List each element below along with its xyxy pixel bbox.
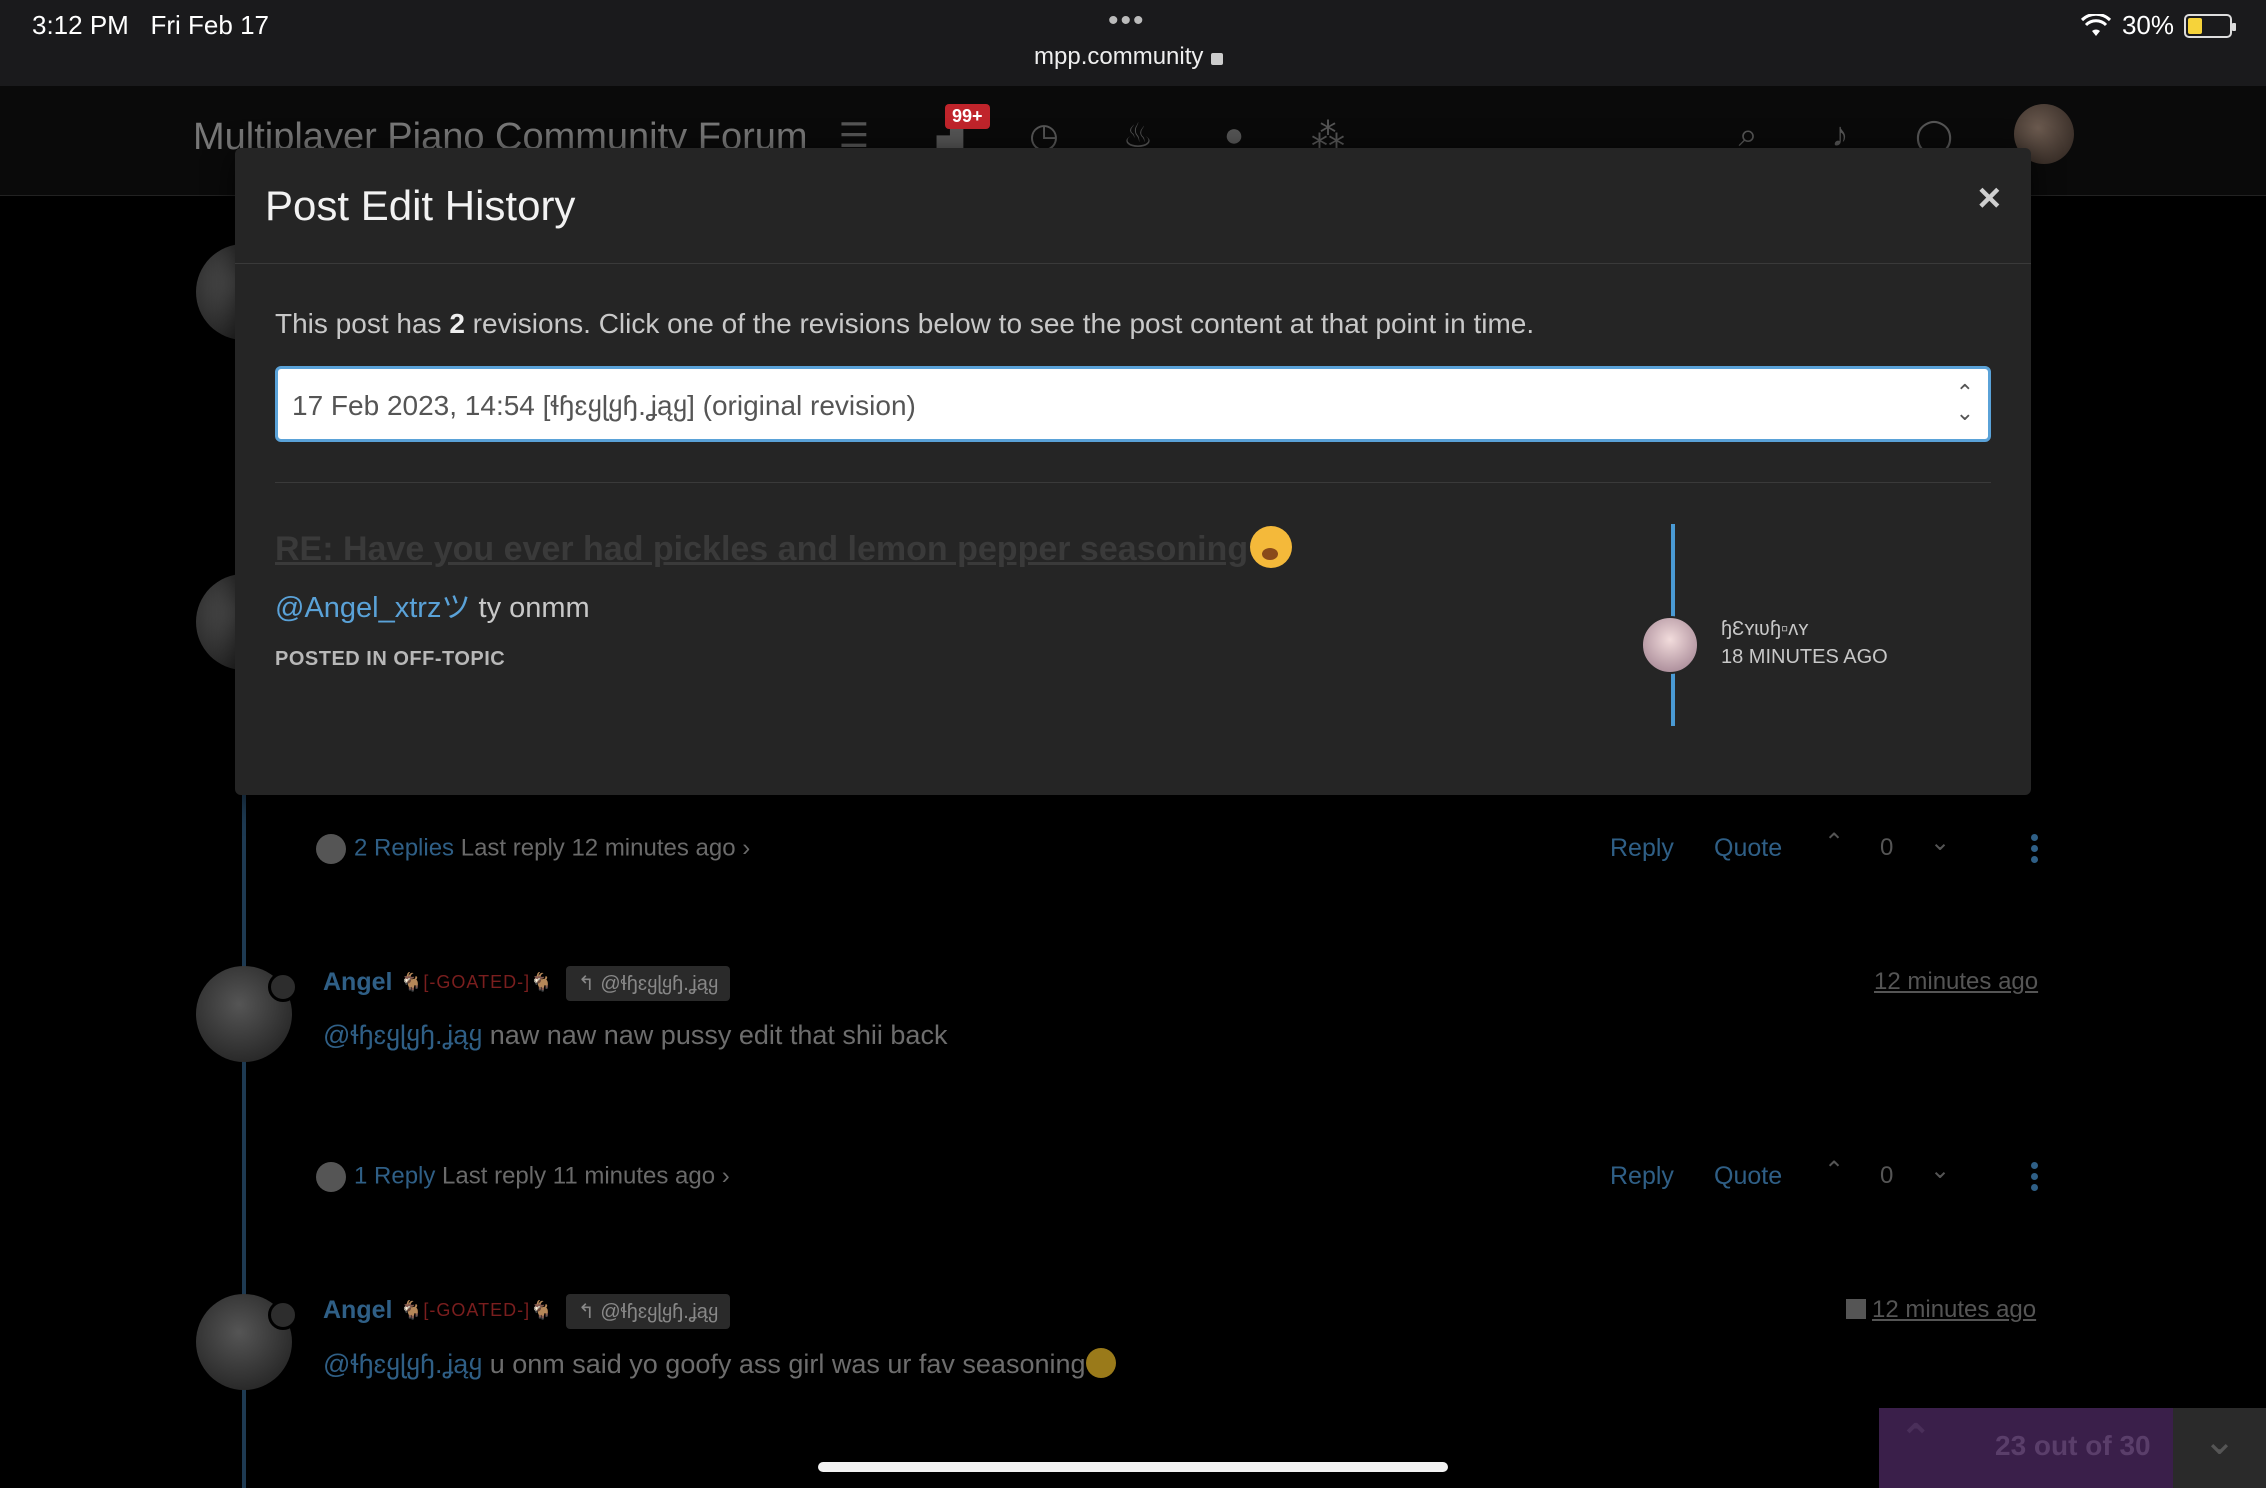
reply-button[interactable]: Reply (1610, 834, 1674, 863)
last-reply-text: Last reply 11 minutes ago › (435, 1162, 730, 1190)
post-time-edited[interactable]: 12 minutes ago (1846, 1296, 2036, 1324)
scroll-bottom-icon[interactable]: ⌄ (2173, 1408, 2266, 1488)
revision-select-value: 17 Feb 2023, 14:54 [ɬɧɛყɭყɧ.ʝąყ] (origin… (292, 390, 916, 421)
downvote-icon[interactable]: ⌄ (1930, 1156, 1950, 1185)
tab-dots-icon[interactable]: ••• (1108, 4, 1146, 38)
url-text: mpp.community (1034, 43, 1204, 70)
replies-count: 2 Replies (354, 834, 455, 862)
close-icon[interactable]: × (1978, 176, 2001, 221)
neutral-face-emoji (1085, 1348, 1116, 1378)
battery-percent: 30% (2121, 10, 2174, 40)
group-badge: 🐐[-GOATED-]🐐 (400, 1300, 554, 1320)
yawning-face-emoji (1250, 526, 1293, 568)
author-name[interactable]: Angel (323, 1296, 392, 1325)
wifi-icon (2080, 13, 2112, 36)
avatar (316, 1162, 346, 1192)
mention-link[interactable]: @ɬɧɛყɭყɧ.ʝąყ (323, 1349, 482, 1379)
desc-text: This post has (275, 308, 450, 339)
post-title-link[interactable]: RE: Have you ever had pickles and lemon … (275, 526, 1293, 569)
revision-description: This post has 2 revisions. Click one of … (275, 308, 1534, 340)
quote-button[interactable]: Quote (1714, 1162, 1782, 1191)
date-text: Fri Feb 17 (150, 10, 270, 40)
pagination-position[interactable]: ⌃ 23 out of 30 (1879, 1408, 2173, 1488)
reply-button[interactable]: Reply (1610, 1162, 1674, 1191)
url-bar[interactable]: mpp.community (1034, 43, 1224, 71)
post-title: RE: Have you ever had pickles and lemon … (275, 530, 1249, 568)
lock-icon (1211, 53, 1224, 65)
post-content: @ɬɧɛყɭყɧ.ʝąყ naw naw naw pussy edit that… (323, 1020, 947, 1051)
post-text: u onm said yo goofy ass girl was ur fav … (482, 1349, 1086, 1379)
post-text: ty onmm (470, 592, 590, 624)
desc-text: revisions. Click one of the revisions be… (464, 308, 1535, 339)
post-time[interactable]: 12 minutes ago (1874, 968, 2038, 996)
post-menu-icon[interactable] (2031, 1162, 2039, 1192)
ios-status-bar: 3:12 PM Fri Feb 17 ••• mpp.community 30% (0, 0, 2266, 86)
downvote-icon[interactable]: ⌄ (1930, 828, 1950, 857)
replies-link[interactable]: 1 Reply Last reply 11 minutes ago › (316, 1162, 730, 1192)
post-edit-history-modal: Post Edit History × This post has 2 revi… (235, 148, 2031, 795)
pagination-label: 23 out of 30 (1995, 1430, 2151, 1461)
upvote-icon[interactable]: ⌃ (1824, 828, 1844, 857)
reply-to-badge[interactable]: ↰ @ɬɧɛყɭყɧ.ʝąყ (566, 966, 731, 1001)
last-reply-text: Last reply 12 minutes ago › (454, 834, 751, 862)
unread-badge: 99+ (945, 104, 990, 129)
select-caret-icon: ⌃ ⌄ (1955, 380, 1974, 425)
modal-title: Post Edit History (265, 182, 576, 229)
status-time: 3:12 PM Fri Feb 17 (32, 10, 269, 41)
post-menu-icon[interactable] (2031, 834, 2039, 864)
pagination-widget: ⌃ 23 out of 30 ⌄ (1879, 1408, 2266, 1488)
divider (275, 482, 1991, 483)
replies-count: 1 Reply (354, 1162, 436, 1190)
status-indicator (268, 972, 298, 1002)
quote-button[interactable]: Quote (1714, 834, 1782, 863)
battery-icon (2184, 13, 2236, 38)
status-indicator (268, 1300, 298, 1330)
mention-link[interactable]: @ɬɧɛყɭყɧ.ʝąყ (323, 1020, 482, 1050)
modal-header: Post Edit History × (235, 148, 2031, 264)
status-right: 30% (2080, 10, 2236, 41)
edited-icon (1846, 1299, 1866, 1319)
avatar[interactable] (1641, 616, 1699, 674)
group-badge: 🐐[-GOATED-]🐐 (400, 972, 554, 992)
clock-text: 3:12 PM (32, 10, 129, 40)
vote-count: 0 (1880, 1162, 1894, 1189)
replies-link[interactable]: 2 Replies Last reply 12 minutes ago › (316, 834, 750, 864)
upvote-icon[interactable]: ⌃ (1824, 1156, 1844, 1185)
vote-count: 0 (1880, 834, 1894, 861)
timeline-time: 18 MINUTES AGO (1721, 646, 1888, 668)
author-name[interactable]: Angel (323, 968, 392, 997)
posted-in-category[interactable]: POSTED IN OFF-TOPIC (275, 648, 505, 671)
revision-post-body: @Angel_xtrzツ ty onmm (275, 584, 590, 626)
revision-count: 2 (449, 308, 465, 339)
post-content: @ɬɧɛყɭყɧ.ʝąყ u onm said yo goofy ass gir… (323, 1348, 1116, 1380)
post-time: 12 minutes ago (1872, 1296, 2037, 1323)
home-indicator[interactable] (818, 1462, 1448, 1472)
scroll-top-icon[interactable]: ⌃ (1899, 1416, 1933, 1462)
revision-select[interactable]: 17 Feb 2023, 14:54 [ɬɧɛყɭყɧ.ʝąყ] (origin… (275, 366, 1991, 442)
mention-link[interactable]: @Angel_xtrzツ (275, 592, 470, 624)
avatar (316, 834, 346, 864)
post-text: naw naw naw pussy edit that shii back (482, 1020, 948, 1050)
reply-to-badge[interactable]: ↰ @ɬɧɛყɭყɧ.ʝąყ (566, 1294, 731, 1329)
timeline-username[interactable]: ɧƐʏɩʋɧ▫ʌʏ (1721, 618, 1809, 641)
